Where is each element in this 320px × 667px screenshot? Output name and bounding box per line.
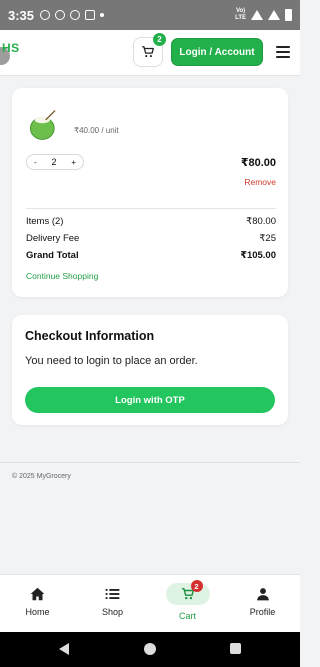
continue-shopping-link[interactable]: Continue Shopping (26, 271, 98, 281)
signal-icon (268, 10, 280, 20)
list-icon (105, 589, 120, 599)
items-row: Items (2) ₹80.00 (26, 216, 276, 227)
system-navigation-bar (0, 632, 300, 667)
nav-cart[interactable]: 2 Cart (150, 575, 225, 632)
delivery-fee-value: ₹25 (259, 233, 276, 244)
chat-icon (70, 10, 81, 20)
grand-total-label: Grand Total (26, 250, 79, 261)
header-cart-button[interactable]: 2 (133, 33, 166, 67)
nav-shop[interactable]: Shop (75, 575, 150, 632)
system-icons: Vo) LTE (235, 8, 292, 22)
nav-profile-label: Profile (249, 607, 276, 617)
dot-icon (100, 13, 105, 17)
footer-divider (0, 462, 300, 463)
app-header: HS o 2 Login / Account (0, 30, 300, 76)
instagram-icon (85, 10, 96, 20)
nav-cart-badge: 2 (190, 580, 203, 592)
status-time: 3:35 (8, 7, 35, 23)
delivery-fee-row: Delivery Fee ₹25 (26, 233, 276, 244)
logo[interactable]: HS o (0, 39, 24, 67)
recents-icon[interactable] (230, 643, 241, 654)
status-bar: 3:35 Vo) LTE (0, 0, 300, 30)
grand-total-value: ₹105.00 (240, 250, 276, 261)
items-value: ₹80.00 (246, 216, 276, 227)
wifi-icon (251, 10, 263, 20)
divider (26, 208, 276, 209)
coconut-product-image (29, 110, 56, 140)
login-with-otp-button[interactable]: Login with OTP (25, 387, 275, 413)
increment-button[interactable]: + (71, 158, 76, 167)
menu-icon[interactable] (276, 46, 290, 58)
cart-count-badge: 2 (153, 33, 166, 46)
nav-profile[interactable]: Profile (225, 575, 300, 632)
notification-icons (40, 10, 105, 20)
back-icon[interactable] (59, 643, 69, 655)
line-total: ₹80.00 (240, 157, 276, 169)
home-circle-icon[interactable] (144, 643, 156, 655)
checkout-message: You need to login to place an order. (25, 355, 198, 367)
login-account-button[interactable]: Login / Account (171, 38, 263, 66)
unit-price: ₹40.00 / unit (74, 126, 119, 135)
network-type: Vo) LTE (235, 8, 246, 21)
messenger-icon (55, 10, 66, 20)
battery-icon (285, 9, 292, 21)
home-icon (30, 587, 45, 601)
nav-home[interactable]: Home (0, 575, 75, 632)
cart-icon (142, 46, 154, 58)
person-icon (256, 588, 269, 601)
remove-button[interactable]: Remove (244, 177, 276, 187)
logo-subtext: o (4, 56, 7, 61)
logo-text: HS (2, 41, 20, 55)
decrement-button[interactable]: - (34, 158, 37, 167)
quantity-stepper: - 2 + (26, 154, 84, 170)
cart-card: ₹40.00 / unit - 2 + ₹80.00 Remove Items … (12, 88, 288, 297)
delivery-fee-label: Delivery Fee (26, 233, 80, 244)
facebook-icon (40, 10, 51, 20)
bottom-nav: Home Shop 2 Cart Profile (0, 574, 300, 632)
nav-shop-label: Shop (101, 607, 124, 617)
grand-total-row: Grand Total ₹105.00 (26, 250, 276, 261)
items-label: Items (2) (26, 216, 64, 227)
copyright: © 2025 MyGrocery (12, 473, 71, 480)
checkout-title: Checkout Information (25, 329, 155, 343)
nav-home-label: Home (25, 607, 50, 617)
nav-cart-label: Cart (178, 611, 196, 621)
quantity-value: 2 (51, 157, 57, 167)
nav-cart-pill: 2 (165, 580, 210, 605)
checkout-card: Checkout Information You need to login t… (12, 315, 288, 425)
